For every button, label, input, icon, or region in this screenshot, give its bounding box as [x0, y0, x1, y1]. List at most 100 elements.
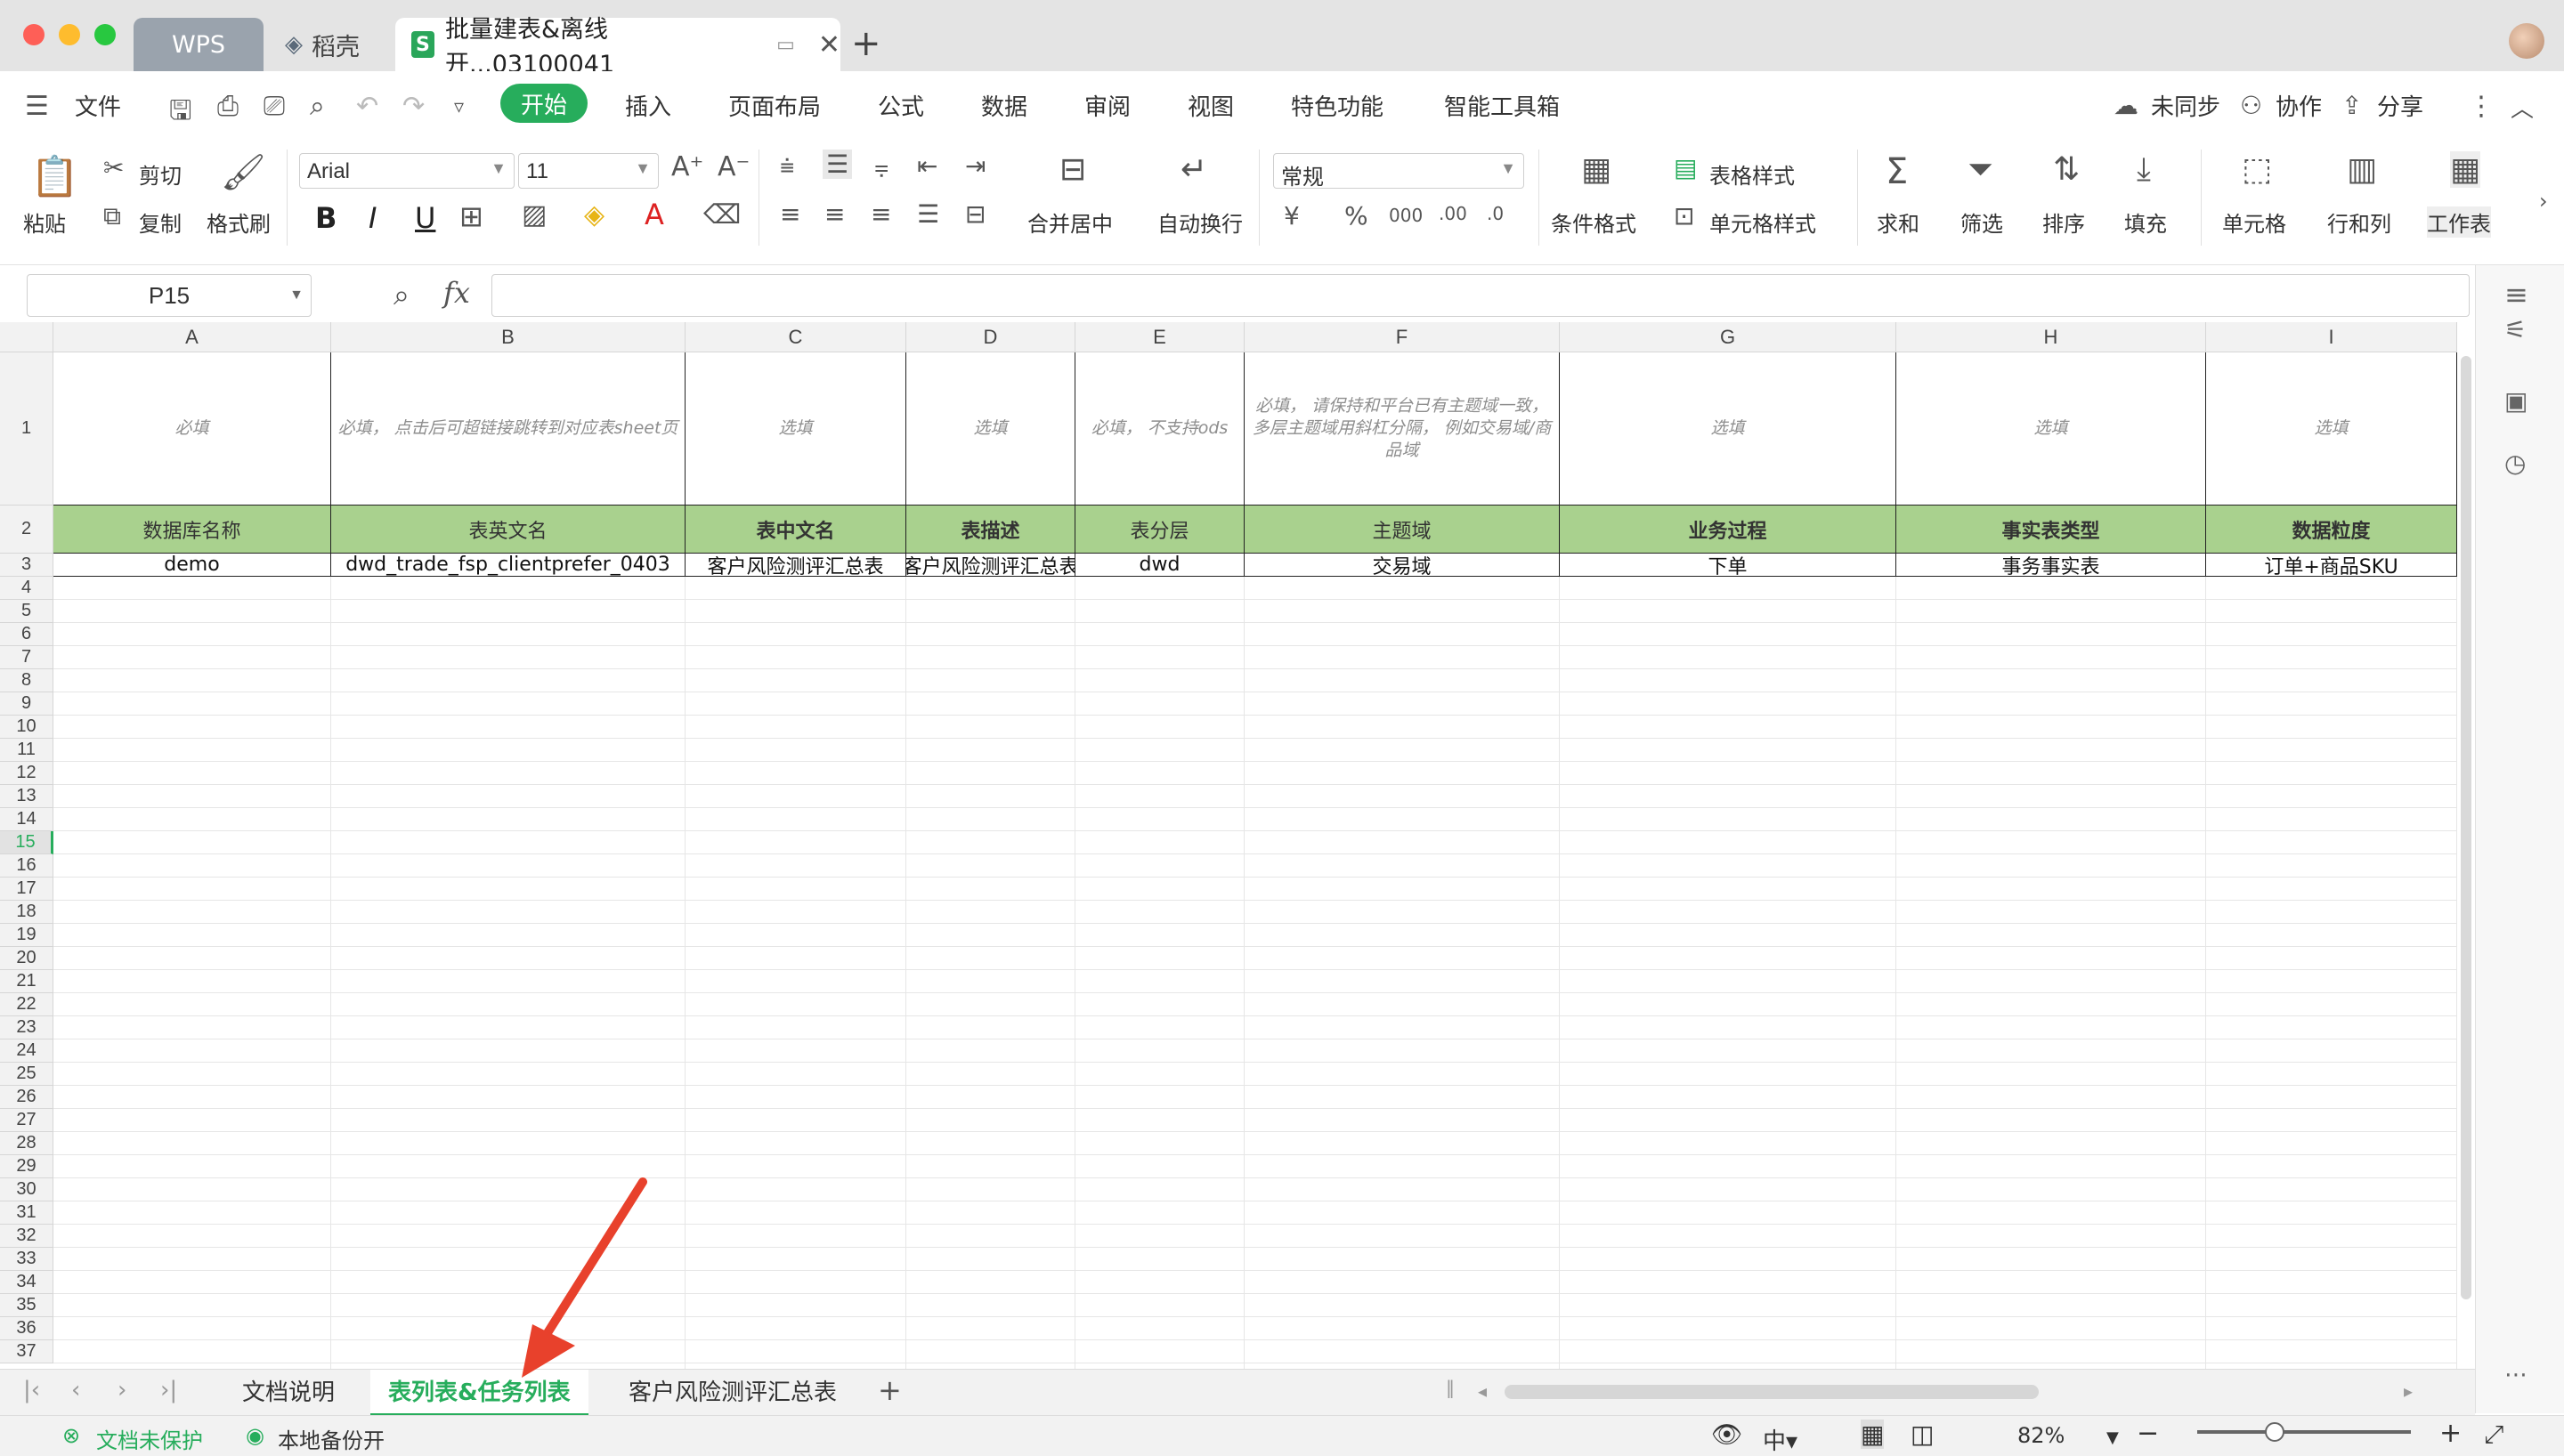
row-header-4[interactable]: 4 — [0, 577, 53, 600]
split-handle-icon[interactable]: ‖ — [1446, 1377, 1455, 1398]
fx-icon[interactable]: fx — [443, 276, 470, 310]
scroll-left-icon[interactable]: ◂ — [1478, 1380, 1487, 1402]
zoom-search-icon[interactable]: ⌕ — [394, 278, 410, 312]
avatar[interactable] — [2509, 23, 2544, 59]
zoom-dropdown-icon[interactable]: ▼ — [2106, 1428, 2119, 1447]
eye-protection-icon[interactable]: 👁 — [1711, 1420, 1743, 1449]
header-cell[interactable]: 数据粒度 — [2206, 506, 2457, 554]
align-center-icon[interactable]: ≡ — [824, 199, 845, 229]
row-header-9[interactable]: 9 — [0, 692, 53, 716]
data-cell[interactable]: dwd — [1075, 554, 1245, 577]
save-icon[interactable]: 🖫 — [169, 91, 192, 136]
decrease-decimal-icon[interactable]: .0 — [1487, 203, 1504, 224]
column-header-b[interactable]: B — [331, 322, 686, 352]
row-header-5[interactable]: 5 — [0, 600, 53, 623]
zoom-level[interactable]: 82% — [2017, 1423, 2065, 1448]
print-preview-icon[interactable]: ⌕ — [310, 91, 325, 122]
menu-file[interactable]: 文件 — [75, 89, 121, 122]
sync-status[interactable]: 未同步 — [2151, 89, 2220, 122]
data-cell[interactable]: dwd_trade_fsp_clientprefer_0403 — [331, 554, 686, 577]
data-cell[interactable]: 客户风险测评汇总表 — [906, 554, 1075, 577]
protect-status[interactable]: 文档未保护 — [96, 1423, 203, 1454]
hint-cell[interactable]: 选填 — [686, 352, 906, 506]
increase-indent-icon[interactable]: ⇥ — [965, 151, 986, 181]
close-window-button[interactable] — [23, 24, 45, 45]
row-header-10[interactable]: 10 — [0, 716, 53, 739]
horizontal-scroll-thumb[interactable] — [1505, 1385, 2039, 1399]
row-header-29[interactable]: 29 — [0, 1155, 53, 1178]
menu-data[interactable]: 数据 — [981, 89, 1027, 122]
column-header-d[interactable]: D — [906, 322, 1075, 352]
font-color-icon[interactable]: A — [645, 198, 664, 231]
header-cell[interactable]: 主题域 — [1245, 506, 1560, 554]
data-cell[interactable]: 事务事实表 — [1896, 554, 2206, 577]
row-header-24[interactable]: 24 — [0, 1039, 53, 1063]
row-header-19[interactable]: 19 — [0, 924, 53, 947]
hamburger-menu-icon[interactable]: ☰ — [25, 91, 49, 122]
table-style-button[interactable]: 表格样式 — [1709, 158, 1795, 190]
row-header-15[interactable]: 15 — [0, 831, 53, 854]
underline-icon[interactable]: U — [415, 201, 435, 235]
hint-cell[interactable]: 选填 — [1896, 352, 2206, 506]
more-options-icon[interactable]: ⋮ — [2468, 91, 2495, 122]
align-top-icon[interactable]: ⩧ — [780, 151, 794, 182]
formula-input[interactable] — [491, 274, 2470, 317]
conditional-format-button[interactable]: 条件格式 — [1551, 206, 1636, 238]
print-icon[interactable]: ⎚ — [264, 91, 285, 122]
zoom-in-icon[interactable]: + — [2439, 1418, 2462, 1449]
format-painter-button[interactable]: 格式刷 — [207, 206, 271, 238]
zoom-out-icon[interactable]: − — [2137, 1418, 2159, 1449]
menu-special[interactable]: 特色功能 — [1291, 89, 1383, 122]
hint-cell[interactable]: 选填 — [2206, 352, 2457, 506]
row-header-33[interactable]: 33 — [0, 1248, 53, 1271]
backup-status[interactable]: 本地备份开 — [278, 1423, 385, 1454]
vertical-scrollbar[interactable] — [2459, 338, 2473, 1367]
tab-document[interactable]: S 批量建表&离线开...03100041 ▭ ✕ — [395, 16, 840, 78]
more-dots-icon[interactable]: ⋯ — [2504, 1362, 2527, 1388]
row-header-25[interactable]: 25 — [0, 1063, 53, 1086]
menu-review[interactable]: 审阅 — [1084, 89, 1131, 122]
thousands-icon[interactable]: 000 — [1389, 205, 1423, 226]
align-middle-icon[interactable]: ☰ — [823, 150, 853, 179]
minimize-window-button[interactable] — [59, 24, 80, 45]
row-header-13[interactable]: 13 — [0, 785, 53, 808]
cell-style-button[interactable]: 单元格样式 — [1709, 206, 1816, 238]
row-header-32[interactable]: 32 — [0, 1225, 53, 1248]
spreadsheet-grid[interactable]: A B C D E F G H I 1 2 3 4 5 6 7 8 9 10 11 12 13 14 15 16 17 18 19 20… — [0, 322, 2457, 1369]
close-tab-icon[interactable]: ✕ — [818, 29, 840, 61]
hint-cell[interactable]: 必填 — [53, 352, 331, 506]
data-cell[interactable]: 下单 — [1560, 554, 1896, 577]
row-header-2[interactable]: 2 — [0, 506, 53, 554]
decrease-indent-icon[interactable]: ⇤ — [917, 151, 937, 181]
row-header-26[interactable]: 26 — [0, 1086, 53, 1109]
distribute-icon[interactable]: ⊟ — [965, 199, 986, 229]
font-name-select[interactable]: Arial ▼ — [299, 153, 515, 189]
column-header-f[interactable]: F — [1245, 322, 1560, 352]
row-header-1[interactable]: 1 — [0, 352, 53, 506]
header-cell[interactable]: 数据库名称 — [53, 506, 331, 554]
row-header-34[interactable]: 34 — [0, 1271, 53, 1294]
data-cell[interactable]: demo — [53, 554, 331, 577]
merge-center-button[interactable]: 合并居中 — [1027, 206, 1113, 238]
percent-icon[interactable]: % — [1344, 201, 1368, 231]
row-header-8[interactable]: 8 — [0, 669, 53, 692]
chevron-right-icon[interactable]: › — [2539, 189, 2548, 214]
name-box[interactable]: P15 ▼ — [27, 274, 312, 317]
first-sheet-icon[interactable]: |‹ — [23, 1377, 40, 1403]
menu-page-layout[interactable]: 页面布局 — [728, 89, 821, 122]
header-cell[interactable]: 业务过程 — [1560, 506, 1896, 554]
row-header-3[interactable]: 3 — [0, 554, 53, 577]
row-header-27[interactable]: 27 — [0, 1109, 53, 1132]
wrap-text-button[interactable]: 自动换行 — [1157, 206, 1243, 238]
picture-icon[interactable]: ▣ — [2504, 386, 2527, 416]
increase-decimal-icon[interactable]: .00 — [1439, 203, 1467, 224]
normal-view-icon[interactable]: ▦ — [1861, 1420, 1885, 1449]
hint-cell[interactable]: 必填， 请保持和平台已有主题域一致， 多层主题域用斜杠分隔， 例如交易域/商品域 — [1245, 352, 1560, 506]
column-header-e[interactable]: E — [1075, 322, 1245, 352]
row-col-button[interactable]: 行和列 — [2327, 206, 2391, 238]
align-left-icon[interactable]: ≡ — [780, 199, 800, 229]
header-cell[interactable]: 表分层 — [1075, 506, 1245, 554]
column-header-g[interactable]: G — [1560, 322, 1896, 352]
maximize-window-button[interactable] — [94, 24, 116, 45]
increase-font-icon[interactable]: A⁺ — [671, 151, 703, 182]
